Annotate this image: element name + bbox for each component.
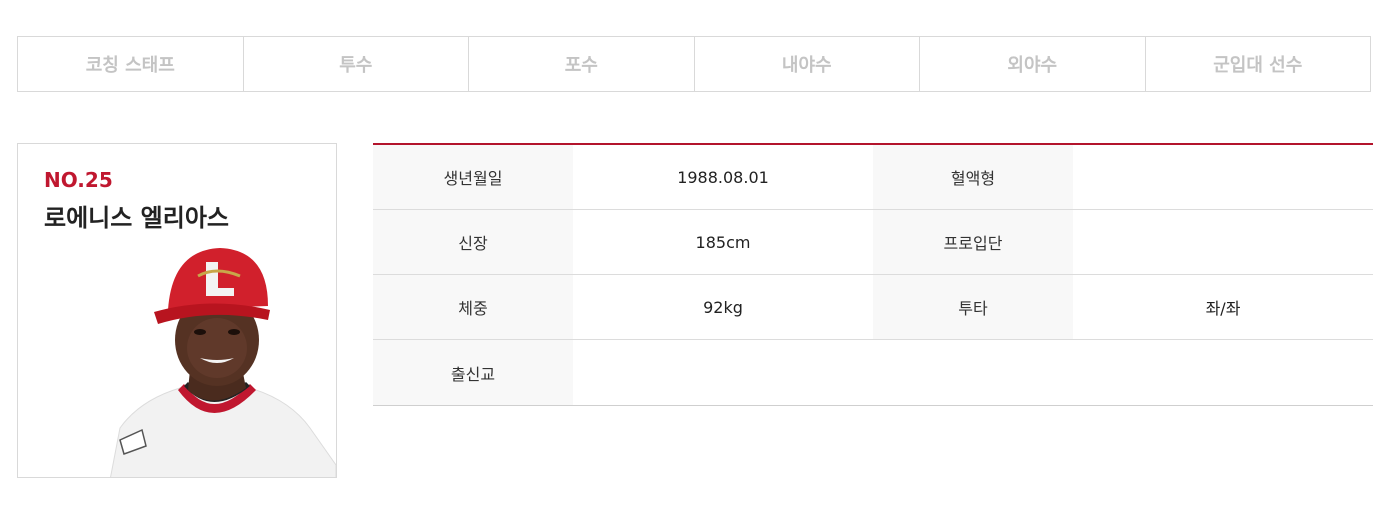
tab-military-service[interactable]: 군입대 선수: [1146, 37, 1371, 91]
player-card: NO.25 로에니스 엘리아스: [17, 143, 337, 478]
player-number: NO.25: [44, 168, 113, 192]
school-label: 출신교: [373, 340, 573, 405]
tab-catcher[interactable]: 포수: [469, 37, 695, 91]
weight-label: 체중: [373, 275, 573, 339]
blood-type-value: [1073, 145, 1373, 209]
throw-bat-value: 좌/좌: [1205, 299, 1241, 318]
table-row: 신장 185cm 프로입단: [373, 210, 1373, 275]
player-info-table: 생년월일 1988.08.01 혈액형 신장 185cm 프로입단 체중 92k…: [373, 143, 1373, 406]
pro-entry-value: [1073, 210, 1373, 274]
blood-type-label: 혈액형: [873, 145, 1073, 209]
tab-pitcher[interactable]: 투수: [244, 37, 469, 91]
position-tabs: 코칭 스태프 투수 포수 내야수 외야수 군입대 선수: [17, 36, 1371, 92]
tab-coaching-staff[interactable]: 코칭 스태프: [18, 37, 244, 91]
tab-infielder[interactable]: 내야수: [695, 37, 920, 91]
school-value: [573, 340, 873, 405]
table-row: 생년월일 1988.08.01 혈액형: [373, 145, 1373, 210]
weight-value: 92kg: [703, 297, 743, 317]
player-name: 로에니스 엘리아스: [44, 204, 229, 232]
height-label: 신장: [373, 210, 573, 274]
tab-outfielder[interactable]: 외야수: [920, 37, 1146, 91]
birth-value: 1988.08.01: [677, 167, 769, 187]
table-row: 체중 92kg 투타 좌/좌: [373, 275, 1373, 340]
birth-label: 생년월일: [373, 145, 573, 209]
throw-bat-label: 투타: [873, 275, 1073, 339]
pro-entry-label: 프로입단: [873, 210, 1073, 274]
player-photo: [110, 248, 336, 477]
table-row: 출신교: [373, 340, 1373, 405]
height-value: 185cm: [695, 232, 751, 252]
